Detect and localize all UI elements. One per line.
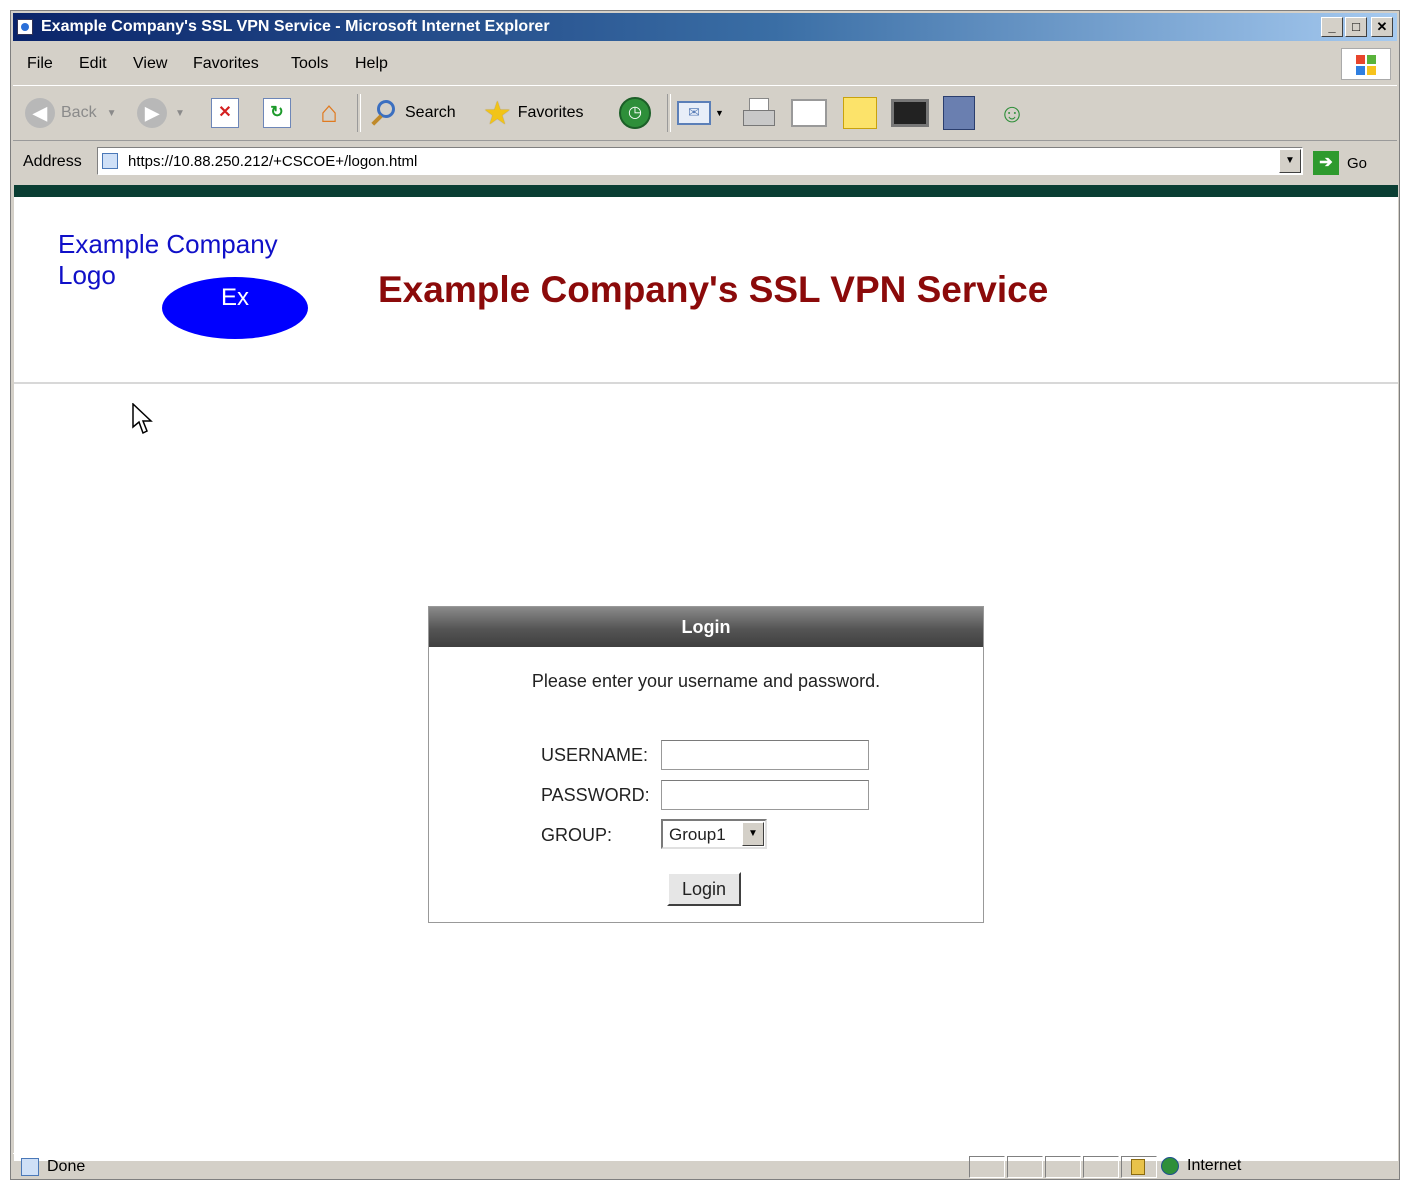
password-input[interactable] — [661, 780, 869, 810]
group-selected-value: Group1 — [669, 825, 726, 844]
discuss-icon — [843, 97, 877, 129]
print-icon — [741, 98, 775, 128]
print-button[interactable] — [741, 96, 775, 130]
home-icon: ⌂ — [319, 96, 339, 129]
favorites-label: Favorites — [517, 104, 584, 121]
status-pane — [1007, 1156, 1043, 1178]
msn-icon: ☺ — [998, 98, 1026, 128]
history-button[interactable]: ◷ — [619, 96, 651, 130]
stop-icon: ✕ — [211, 98, 239, 128]
status-pane — [1083, 1156, 1119, 1178]
mail-icon: ✉ — [677, 101, 711, 125]
edit-button[interactable] — [791, 96, 827, 130]
page-icon — [102, 153, 118, 169]
msn-button[interactable]: ☺ — [995, 96, 1029, 130]
mouse-cursor-icon — [132, 403, 153, 435]
menu-view[interactable]: View — [133, 55, 167, 73]
logo-text-line1: Example Company — [58, 229, 278, 259]
back-icon: ◀ — [25, 98, 55, 128]
mail-dropdown-icon[interactable]: ▼ — [715, 108, 724, 118]
standard-toolbar: ◀ Back ▼ ▶ ▼ ✕ ↻ ⌂ Search ★ Favorites ◷ … — [13, 85, 1397, 141]
toolbar-separator — [357, 94, 361, 132]
messenger-button[interactable] — [891, 96, 929, 130]
window-title: Example Company's SSL VPN Service - Micr… — [41, 18, 550, 35]
search-button[interactable]: Search — [369, 96, 456, 130]
forward-button[interactable]: ▶ ▼ — [137, 96, 185, 130]
forward-icon: ▶ — [137, 98, 167, 128]
discuss-button[interactable] — [843, 96, 877, 130]
refresh-icon: ↻ — [263, 98, 291, 128]
login-button[interactable]: Login — [667, 872, 741, 906]
status-pane — [1045, 1156, 1081, 1178]
menu-help[interactable]: Help — [355, 55, 388, 73]
title-bar: Example Company's SSL VPN Service - Micr… — [13, 13, 1397, 41]
back-button[interactable]: ◀ Back ▼ — [25, 96, 116, 130]
menu-bar: File Edit View Favorites Tools Help — [13, 45, 1397, 83]
company-logo-badge: Ex — [162, 277, 308, 339]
group-dropdown-icon[interactable]: ▼ — [742, 822, 764, 846]
page-content: Example Company Logo Ex Example Company'… — [14, 185, 1398, 1161]
refresh-button[interactable]: ↻ — [263, 96, 291, 130]
research-icon — [943, 96, 975, 130]
favorites-star-icon: ★ — [483, 95, 512, 131]
login-instruction: Please enter your username and password. — [531, 671, 881, 691]
windows-logo-icon — [1341, 48, 1391, 80]
go-label: Go — [1346, 154, 1367, 172]
back-dropdown-icon[interactable]: ▼ — [107, 108, 117, 119]
header-stripe — [14, 185, 1398, 197]
address-label: Address — [23, 153, 82, 170]
browser-window: Example Company's SSL VPN Service - Micr… — [10, 10, 1400, 1180]
status-text: Done — [47, 1158, 86, 1175]
history-icon: ◷ — [619, 97, 651, 129]
username-label: USERNAME: — [541, 745, 649, 765]
security-zone: Internet — [1161, 1157, 1241, 1175]
menu-edit[interactable]: Edit — [79, 55, 107, 73]
status-pane — [969, 1156, 1005, 1178]
close-button[interactable]: ✕ — [1371, 17, 1393, 37]
page-done-icon — [21, 1158, 39, 1176]
maximize-button[interactable]: □ — [1345, 17, 1367, 37]
status-bar: Done Internet — [13, 1153, 1397, 1180]
zone-text: Internet — [1187, 1157, 1242, 1174]
favorites-button[interactable]: ★ Favorites — [483, 96, 583, 130]
edit-icon — [791, 99, 827, 127]
forward-dropdown-icon[interactable]: ▼ — [175, 108, 185, 119]
login-panel: Login Please enter your username and pas… — [428, 606, 984, 923]
page-title: Example Company's SSL VPN Service — [378, 269, 1049, 310]
username-input[interactable] — [661, 740, 869, 770]
messenger-icon — [891, 99, 929, 127]
menu-tools[interactable]: Tools — [291, 55, 328, 73]
status-done: Done — [21, 1158, 85, 1176]
go-arrow-icon: ➔ — [1312, 151, 1339, 175]
group-label: GROUP: — [541, 825, 613, 845]
group-select[interactable]: Group1 ▼ — [661, 819, 767, 849]
menu-file[interactable]: File — [27, 55, 53, 73]
mail-button[interactable]: ✉ ▼ — [677, 96, 724, 130]
address-bar: Address https://10.88.250.212/+CSCOE+/lo… — [13, 141, 1397, 181]
security-pane — [1121, 1156, 1157, 1178]
address-url[interactable]: https://10.88.250.212/+CSCOE+/logon.html — [128, 153, 417, 170]
home-button[interactable]: ⌂ — [311, 96, 347, 130]
toolbar-separator — [667, 94, 671, 132]
address-dropdown-icon[interactable]: ▼ — [1279, 149, 1301, 173]
back-label: Back — [61, 104, 97, 121]
address-input[interactable]: https://10.88.250.212/+CSCOE+/logon.html… — [97, 147, 1303, 175]
password-label: PASSWORD: — [541, 785, 650, 805]
ie-page-icon — [17, 19, 33, 35]
go-button[interactable]: ➔ Go — [1312, 151, 1367, 175]
search-icon — [369, 98, 399, 128]
stop-button[interactable]: ✕ — [211, 96, 239, 130]
research-button[interactable] — [943, 96, 975, 130]
lock-icon — [1131, 1159, 1145, 1175]
search-label: Search — [405, 104, 456, 121]
internet-globe-icon — [1161, 1157, 1179, 1175]
header-divider — [14, 382, 1398, 384]
menu-favorites[interactable]: Favorites — [193, 55, 259, 73]
minimize-button[interactable]: _ — [1321, 17, 1343, 37]
login-header: Login — [429, 607, 983, 647]
